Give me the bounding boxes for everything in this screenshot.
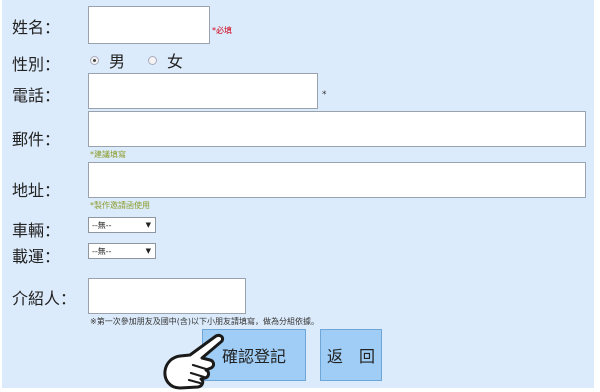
- name-input[interactable]: [88, 6, 210, 44]
- shuttle-select[interactable]: --無-- ▼: [88, 243, 156, 259]
- name-label: 姓名：: [12, 18, 61, 37]
- chevron-down-icon: ▼: [145, 247, 151, 255]
- phone-required-mark: *: [322, 90, 327, 100]
- female-radio-icon[interactable]: [148, 55, 157, 65]
- email-hint: *建議填寫: [90, 150, 126, 159]
- phone-input[interactable]: [88, 73, 318, 109]
- referrer-input[interactable]: [88, 278, 246, 314]
- referrer-label: 介紹人：: [12, 289, 77, 308]
- address-hint: *製作邀請函使用: [90, 201, 150, 210]
- registration-form: 姓名： *必填 性別： 男 女 電話： * 郵件： *建議填寫 地址： *製作邀…: [2, 0, 594, 390]
- gender-option-female[interactable]: 女: [148, 50, 184, 71]
- male-radio-label: 男: [109, 52, 126, 71]
- gender-label: 性別：: [12, 55, 61, 74]
- pointing-hand-icon: [163, 333, 224, 390]
- address-input[interactable]: [88, 162, 586, 198]
- shuttle-label: 載運：: [12, 247, 61, 266]
- name-required-note: *必填: [212, 26, 232, 35]
- email-input[interactable]: [88, 111, 586, 147]
- vehicle-label: 車輛：: [12, 221, 61, 240]
- vehicle-select[interactable]: --無-- ▼: [88, 217, 156, 233]
- chevron-down-icon: ▼: [145, 221, 151, 229]
- referrer-hint: ※第一次參加朋友及國中(含)以下小朋友請填寫，做為分組依據。: [90, 317, 319, 326]
- female-radio-label: 女: [167, 52, 184, 71]
- shuttle-select-value: --無--: [92, 246, 112, 256]
- vehicle-select-value: --無--: [92, 220, 112, 230]
- back-button[interactable]: 返 回: [320, 329, 382, 381]
- gender-option-male[interactable]: 男: [90, 50, 126, 71]
- male-radio-icon[interactable]: [90, 55, 99, 65]
- email-label: 郵件：: [12, 130, 61, 149]
- address-label: 地址：: [12, 181, 61, 200]
- phone-label: 電話：: [12, 86, 61, 105]
